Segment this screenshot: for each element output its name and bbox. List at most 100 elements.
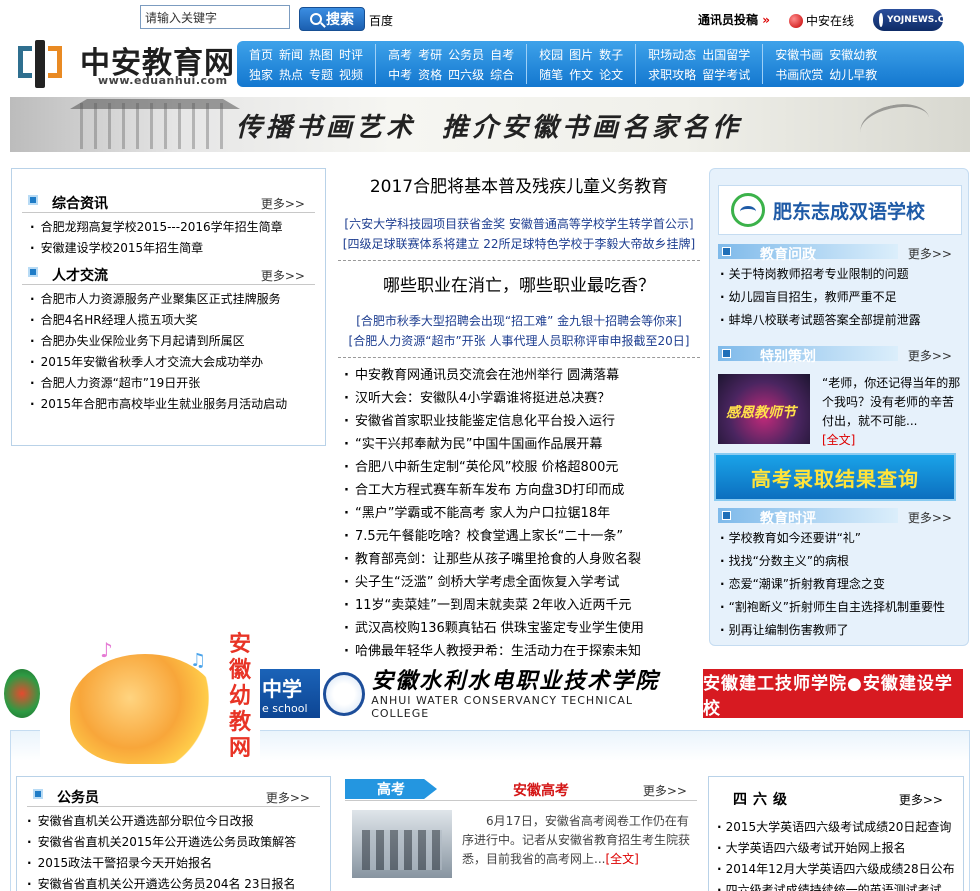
full-text-link[interactable]: [全文] (822, 433, 855, 447)
nav-link[interactable]: 安徽书画 (775, 46, 823, 63)
more-link[interactable]: 更多>> (643, 782, 687, 799)
news-item[interactable]: 大学英语四六级考试开始网上报名 (717, 838, 963, 859)
nav-link[interactable]: 首页 (249, 46, 273, 63)
nav-link[interactable]: 视频 (339, 66, 363, 83)
news-item[interactable]: 武汉高校购136颗真钻石 供珠宝鉴定专业学生使用 (344, 617, 700, 640)
full-text-link[interactable]: [全文] (605, 852, 638, 866)
news-item[interactable]: 合肥4名HR经理人揽五项大奖 (30, 310, 325, 331)
nav-link[interactable]: 作文 (569, 66, 593, 83)
more-link[interactable]: 更多>> (261, 195, 305, 212)
tab-anhui-gaokao[interactable]: 安徽高考 (513, 780, 569, 800)
nav-link[interactable]: 图片 (569, 46, 593, 63)
subline[interactable]: [合肥人力资源“超市”开张 人事代理人员职称评审申报截至20日] (338, 331, 700, 351)
news-item[interactable]: 中安教育网通讯员交流会在池州举行 圆满落幕 (344, 364, 700, 387)
news-item[interactable]: 安徽建设学校2015年招生简章 (30, 238, 325, 259)
more-link[interactable]: 更多>> (908, 347, 952, 364)
nav-link[interactable]: 独家 (249, 66, 273, 83)
news-item[interactable]: “割袍断义”折射师生自主选择机制重要性 (720, 596, 945, 619)
exam-hall-image[interactable] (352, 810, 452, 878)
yoj-news-link[interactable]: YOJNEWS.COM (873, 9, 961, 31)
news-item[interactable]: 合肥人力资源“超市”19日开张 (30, 373, 325, 394)
subline[interactable]: [合肥市秋季大型招聘会出现“招工难” 金九银十招聘会等你来] (338, 311, 700, 331)
more-link[interactable]: 更多>> (908, 509, 952, 526)
more-link[interactable]: 更多>> (266, 789, 310, 806)
nav-link[interactable]: 高考 (388, 46, 412, 63)
nav-link[interactable]: 时评 (339, 46, 363, 63)
search-input[interactable] (140, 5, 290, 29)
news-item[interactable]: 恋爱“潮课”折射教育理念之变 (720, 573, 945, 596)
nav-link[interactable]: 自考 (490, 46, 514, 63)
news-item[interactable]: 合肥龙翔高复学校2015---2016学年招生简章 (30, 217, 325, 238)
nav-link[interactable]: 资格 (418, 66, 442, 83)
news-item[interactable]: 安徽省省直机关公开遴选公务员204名 23日报名 (27, 874, 330, 891)
news-item[interactable]: “实干兴邦奉献为民”中国牛国画作品展开幕 (344, 433, 700, 456)
news-item[interactable]: 四六级考试成绩持续统一的英语测试考试 (717, 880, 963, 891)
news-item[interactable]: 幼儿园盲目招生，教师严重不足 (720, 286, 921, 309)
news-item[interactable]: 合肥办失业保险业务下月起请到所属区 (30, 331, 325, 352)
news-item[interactable]: 学校教育如今还要讲“礼” (720, 527, 945, 550)
nav-link[interactable]: 论文 (599, 66, 623, 83)
news-item[interactable]: 尖子生“泛滥” 剑桥大学考虑全面恢复入学考试 (344, 571, 700, 594)
news-item[interactable]: 2015大学英语四六级考试成绩20日起查询 (717, 817, 963, 838)
water-college-ad[interactable]: 安徽水利水电职业技术学院 ANHUI WATER CONSERVANCY TEC… (323, 668, 680, 720)
news-item[interactable]: 11岁“卖菜娃”一到周末就卖菜 2年收入近两千元 (344, 594, 700, 617)
search-button[interactable]: 搜索 (299, 7, 365, 31)
zhicheng-school-ad[interactable]: 肥东志成双语学校 (718, 185, 962, 235)
news-item[interactable]: 蚌埠八校联考试题答案全部提前泄露 (720, 309, 921, 332)
nav-link[interactable]: 幼儿早教 (829, 66, 877, 83)
nav-link[interactable]: 四六级 (448, 66, 484, 83)
news-item[interactable]: 2015年安徽省秋季人才交流大会成功举办 (30, 352, 325, 373)
tab-gaokao[interactable]: 高考 (345, 779, 437, 799)
jiangong-ad[interactable]: 安徽建工技师学院●安徽建设学校 (703, 669, 963, 719)
middle-school-ad[interactable]: 中学 e school (258, 669, 320, 718)
nav-link[interactable]: 综合 (490, 66, 514, 83)
nav-link[interactable]: 中考 (388, 66, 412, 83)
news-item[interactable]: “黑户”学霸或不能高考 家人为户口拉锯18年 (344, 502, 700, 525)
contributor-link[interactable]: 通讯员投稿 » (698, 11, 770, 28)
nav-link[interactable]: 求职攻略 (648, 66, 696, 83)
teachers-day-image[interactable]: 感恩教师节 (718, 374, 810, 444)
nav-link[interactable]: 热点 (279, 66, 303, 83)
nav-link[interactable]: 书画欣赏 (775, 66, 823, 83)
nav-link[interactable]: 专题 (309, 66, 333, 83)
news-item[interactable]: 别再让编制伤害教师了 (720, 619, 945, 642)
zaxian-link[interactable]: 中安在线 (789, 12, 854, 29)
more-link[interactable]: 更多>> (261, 267, 305, 284)
calligraphy-banner[interactable]: 传播书画艺术 推介安徽书画名家名作 (10, 97, 970, 152)
news-item[interactable]: 2014年12月大学英语四六级成绩28日公布 (717, 859, 963, 880)
news-item[interactable]: 关于特岗教师招考专业限制的问题 (720, 263, 921, 286)
news-item[interactable]: 7.5元午餐能吃啥？校食堂遇上家长“二十一条” (344, 525, 700, 548)
news-item[interactable]: 找找“分数主义”的病根 (720, 550, 945, 573)
nav-link[interactable]: 留学考试 (702, 66, 750, 83)
nav-link[interactable]: 随笔 (539, 66, 563, 83)
school-badge-ad[interactable] (4, 669, 40, 718)
nav-link[interactable]: 热图 (309, 46, 333, 63)
nav-link[interactable]: 考研 (418, 46, 442, 63)
news-item[interactable]: 教育部亮剑：让那些从孩子嘴里抢食的人身败名裂 (344, 548, 700, 571)
more-link[interactable]: 更多>> (899, 791, 943, 808)
news-item[interactable]: 汉听大会：安徽队4小学霸谁将挺进总决赛？ (344, 387, 700, 410)
gaokao-result-query-button[interactable]: 高考录取结果查询 (714, 453, 956, 501)
floating-kindergarten-ad[interactable]: ♪ ♫ 安徽幼教网 (40, 630, 260, 770)
more-link[interactable]: 更多>> (908, 245, 952, 262)
news-item[interactable]: 合肥八中新生定制“英伦风”校服 价格超800元 (344, 456, 700, 479)
news-item[interactable]: 2015年合肥市高校毕业生就业服务月活动启动 (30, 394, 325, 415)
nav-link[interactable]: 职场动态 (648, 46, 696, 63)
nav-link[interactable]: 公务员 (448, 46, 484, 63)
subline[interactable]: [四级足球联赛体系将建立 22所足球特色学校于李毅大帝故乡挂牌] (338, 234, 700, 254)
headline-1[interactable]: 2017合肥将基本普及残疾儿童义务教育 (338, 168, 700, 206)
news-item[interactable]: 合肥市人力资源服务产业聚集区正式挂牌服务 (30, 289, 325, 310)
news-item[interactable]: 安徽省省直机关2015年公开遴选公务员政策解答 (27, 832, 330, 853)
nav-link[interactable]: 数子 (599, 46, 623, 63)
headline-2[interactable]: 哪些职业在消亡，哪些职业最吃香？ (338, 267, 700, 305)
nav-link[interactable]: 出国留学 (702, 46, 750, 63)
news-item[interactable]: 哈佛最年轻华人教授尹希：生活动力在于探索未知 (344, 640, 700, 663)
nav-link[interactable]: 校园 (539, 46, 563, 63)
news-item[interactable]: 合工大方程式赛车新车发布 方向盘3D打印而成 (344, 479, 700, 502)
nav-link[interactable]: 安徽幼教 (829, 46, 877, 63)
subline[interactable]: [六安大学科技园项目获省金奖 安徽普通高等学校学生转学首公示] (338, 214, 700, 234)
search-engine-label[interactable]: 百度 (369, 12, 393, 29)
news-item[interactable]: 安徽省首家职业技能鉴定信息化平台投入运行 (344, 410, 700, 433)
news-item[interactable]: 安徽省直机关公开遴选部分职位今日改报 (27, 811, 330, 832)
site-logo[interactable]: 中安教育网 www.eduanhui.com (16, 38, 236, 92)
